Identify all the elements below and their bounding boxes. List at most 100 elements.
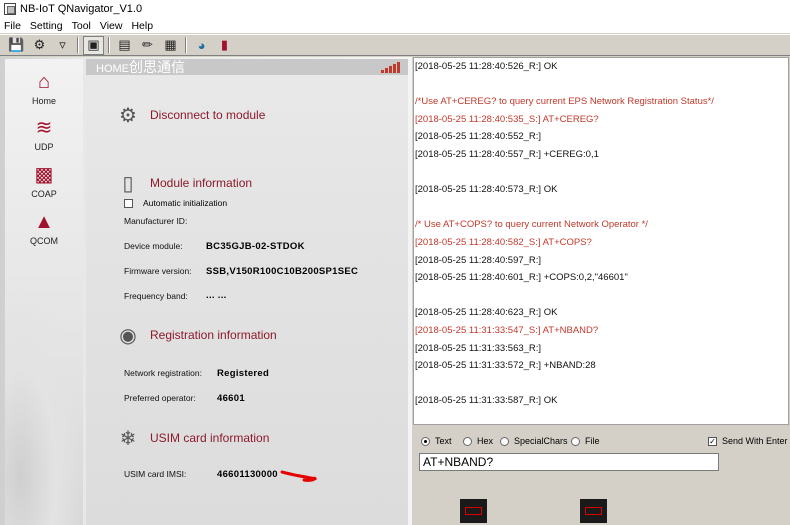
nav-label: QCOM: [30, 236, 58, 246]
panel-header-label: HOME: [96, 63, 129, 75]
nav-item-udp[interactable]: ≋ UDP: [5, 117, 83, 152]
menu-tool[interactable]: Tool: [72, 20, 91, 32]
menu-setting[interactable]: Setting: [30, 20, 63, 32]
nav-item-home[interactable]: ⌂ Home: [5, 71, 83, 106]
log-line: [2018-05-25 11:28:40:597_R:]: [415, 254, 542, 266]
terminal-icon[interactable]: ▣: [83, 35, 104, 55]
reset-icon: [585, 507, 602, 515]
terminal-area: [2018-05-25 11:28:40:526_R:] OK /*Use AT+…: [412, 57, 790, 525]
log-line: [2018-05-25 11:28:40:573_R:] OK: [415, 184, 558, 196]
signal-icon: [381, 62, 400, 73]
globe-icon[interactable]: ◕: [191, 36, 212, 55]
nav-label: COAP: [31, 189, 57, 199]
radio-label: SpecialChars: [514, 436, 568, 446]
imsi-value: 46601130000: [217, 469, 278, 480]
radio-button[interactable]: [421, 436, 430, 446]
radio-label: Hex: [477, 436, 494, 446]
radio-label: Text: [435, 436, 452, 446]
info-panel: HOME创思通信 ⚙ Disconnect to module Automati…: [86, 59, 408, 525]
left-area: ⌂ Home ≋ UDP ▩ COAP ▲ QCOM HOME创思通信 ⚙ Di…: [0, 57, 412, 525]
reset-button[interactable]: [580, 499, 607, 523]
checkbox-box[interactable]: ✓: [708, 436, 717, 446]
radio-text[interactable]: Text: [421, 436, 452, 446]
firmware-value: SSB,V150R100C10B200SP1SEC: [206, 266, 359, 277]
radio-button[interactable]: [500, 436, 509, 446]
radio-button[interactable]: [571, 436, 580, 446]
floppy-icon[interactable]: ▤: [114, 36, 135, 55]
document-icon[interactable]: ▦: [160, 36, 181, 55]
toolbar-separator: [185, 37, 187, 53]
globe-icon: ◉: [119, 324, 137, 347]
nav-label: UDP: [34, 142, 54, 152]
module-info-header: ▯ Module information: [116, 171, 252, 195]
netreg-label: Network registration:: [124, 368, 202, 378]
document-icon: ▯: [122, 172, 134, 195]
radio-file[interactable]: File: [571, 436, 600, 446]
radio-button[interactable]: [463, 436, 472, 446]
auto-init-checkbox[interactable]: Automatic initialization: [124, 198, 227, 208]
highlighter-icon[interactable]: ✏: [137, 36, 158, 55]
chip-icon: ❄: [119, 427, 137, 450]
log-line: [2018-05-25 11:31:33:563_R:]: [415, 342, 542, 354]
title-bar: NB-IoT QNavigator_V1.0: [0, 0, 790, 18]
log-line: [2018-05-25 11:31:33:572_R:] +NBAND:28: [415, 360, 596, 372]
app-icon: [4, 3, 16, 15]
disconnect-button[interactable]: ⚙ Disconnect to module: [116, 103, 265, 127]
filter-icon[interactable]: ▿: [52, 36, 73, 55]
home-icon: ⌂: [37, 71, 51, 93]
operator-label: Preferred operator:: [124, 393, 196, 403]
toolbar: 💾 ⚙ ▿ ▣ ▤ ✏ ▦ ◕ ▮: [0, 34, 790, 56]
toolbar-separator: [108, 37, 110, 53]
toolbar-separator: [77, 37, 79, 53]
section-title: Module information: [150, 176, 253, 190]
window-title: NB-IoT QNavigator_V1.0: [20, 3, 143, 15]
section-title: USIM card information: [150, 431, 270, 445]
nav-item-qcom[interactable]: ▲ QCOM: [5, 211, 83, 246]
log-line: [2018-05-25 11:28:40:601_R:] +COPS:0,2,"…: [415, 272, 628, 284]
nav-decoration: [5, 285, 83, 525]
log-line: [2018-05-25 11:28:40:582_S:] AT+COPS?: [415, 237, 592, 248]
section-title: Registration information: [150, 328, 277, 342]
radio-specialchars[interactable]: SpecialChars: [500, 436, 568, 446]
checkbox-box[interactable]: [124, 198, 133, 208]
command-input[interactable]: AT+NBAND?: [419, 453, 719, 471]
registration-header: ◉ Registration information: [116, 323, 277, 347]
nav-item-coap[interactable]: ▩ COAP: [5, 164, 83, 199]
operator-value: 46601: [217, 393, 245, 404]
menu-bar: File Setting Tool View Help: [0, 18, 790, 33]
imsi-label: USIM card IMSI:: [124, 469, 187, 479]
send-icon: [465, 507, 482, 515]
menu-help[interactable]: Help: [131, 20, 153, 32]
wifi-icon: ≋: [35, 117, 53, 139]
panel-header: HOME创思通信: [86, 59, 408, 75]
manufacturer-label: Manufacturer ID:: [124, 216, 188, 226]
panel-header-brand: 创思通信: [129, 59, 185, 75]
band-label: Frequency band:: [124, 291, 188, 301]
checkbox-label: Automatic initialization: [143, 198, 228, 208]
send-button[interactable]: [460, 499, 487, 523]
side-nav: ⌂ Home ≋ UDP ▩ COAP ▲ QCOM: [5, 59, 83, 525]
book-icon[interactable]: ▮: [214, 36, 235, 55]
checkbox-label: Send With Enter: [722, 436, 788, 446]
firmware-label: Firmware version:: [124, 266, 192, 276]
app-window: NB-IoT QNavigator_V1.0 File Setting Tool…: [0, 0, 790, 525]
usim-header: ❄ USIM card information: [116, 426, 270, 450]
device-label: Device module:: [124, 241, 183, 251]
radio-hex[interactable]: Hex: [463, 436, 493, 446]
redaction-scribble: [280, 470, 318, 482]
log-line: [2018-05-25 11:28:40:535_S:] AT+CEREG?: [415, 113, 599, 125]
log-line: /*Use AT+CEREG? to query current EPS Net…: [415, 96, 714, 108]
menu-file[interactable]: File: [4, 20, 21, 32]
log-output[interactable]: [2018-05-25 11:28:40:526_R:] OK /*Use AT+…: [413, 57, 789, 425]
chat-icon: ▩: [34, 164, 54, 186]
send-options: Text Hex SpecialChars File ✓ Send With E…: [413, 429, 789, 525]
settings-icon[interactable]: ⚙: [29, 36, 50, 55]
send-with-enter-checkbox[interactable]: ✓ Send With Enter: [708, 436, 788, 446]
log-line: [2018-05-25 11:28:40:557_R:] +CEREG:0,1: [415, 149, 599, 160]
radio-label: File: [585, 436, 600, 446]
netreg-value: Registered: [217, 368, 270, 379]
save-icon[interactable]: 💾: [6, 36, 27, 55]
menu-view[interactable]: View: [100, 20, 123, 32]
log-line: [2018-05-25 11:28:40:623_R:] OK: [415, 307, 558, 319]
log-line: [2018-05-25 11:31:33:547_S:] AT+NBAND?: [415, 325, 599, 336]
